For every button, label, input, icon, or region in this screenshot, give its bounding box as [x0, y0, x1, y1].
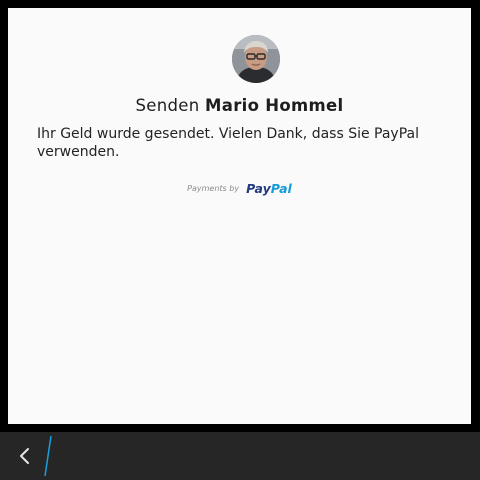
payments-by-paypal: Payments by PayPal: [8, 178, 471, 197]
confirmation-message: Ihr Geld wurde gesendet. Vielen Dank, da…: [37, 126, 419, 160]
bottom-action-bar: [0, 432, 480, 480]
page-title: Senden Mario Hommel: [8, 96, 471, 115]
back-button[interactable]: [0, 432, 52, 480]
payments-by-label: Payments by: [187, 184, 240, 193]
avatar-photo: [232, 35, 280, 83]
avatar: [232, 35, 280, 83]
screen: Senden Mario Hommel Ihr Geld wurde gesen…: [0, 0, 480, 480]
paypal-logo-pal: Pal: [270, 181, 292, 196]
content-card: Senden Mario Hommel Ihr Geld wurde gesen…: [8, 8, 471, 424]
back-chevron-icon: [20, 435, 52, 477]
title-prefix: Senden: [135, 96, 200, 115]
paypal-logo: PayPal: [246, 181, 292, 196]
recipient-name: Mario Hommel: [205, 96, 344, 115]
paypal-logo-pay: Pay: [246, 181, 271, 196]
